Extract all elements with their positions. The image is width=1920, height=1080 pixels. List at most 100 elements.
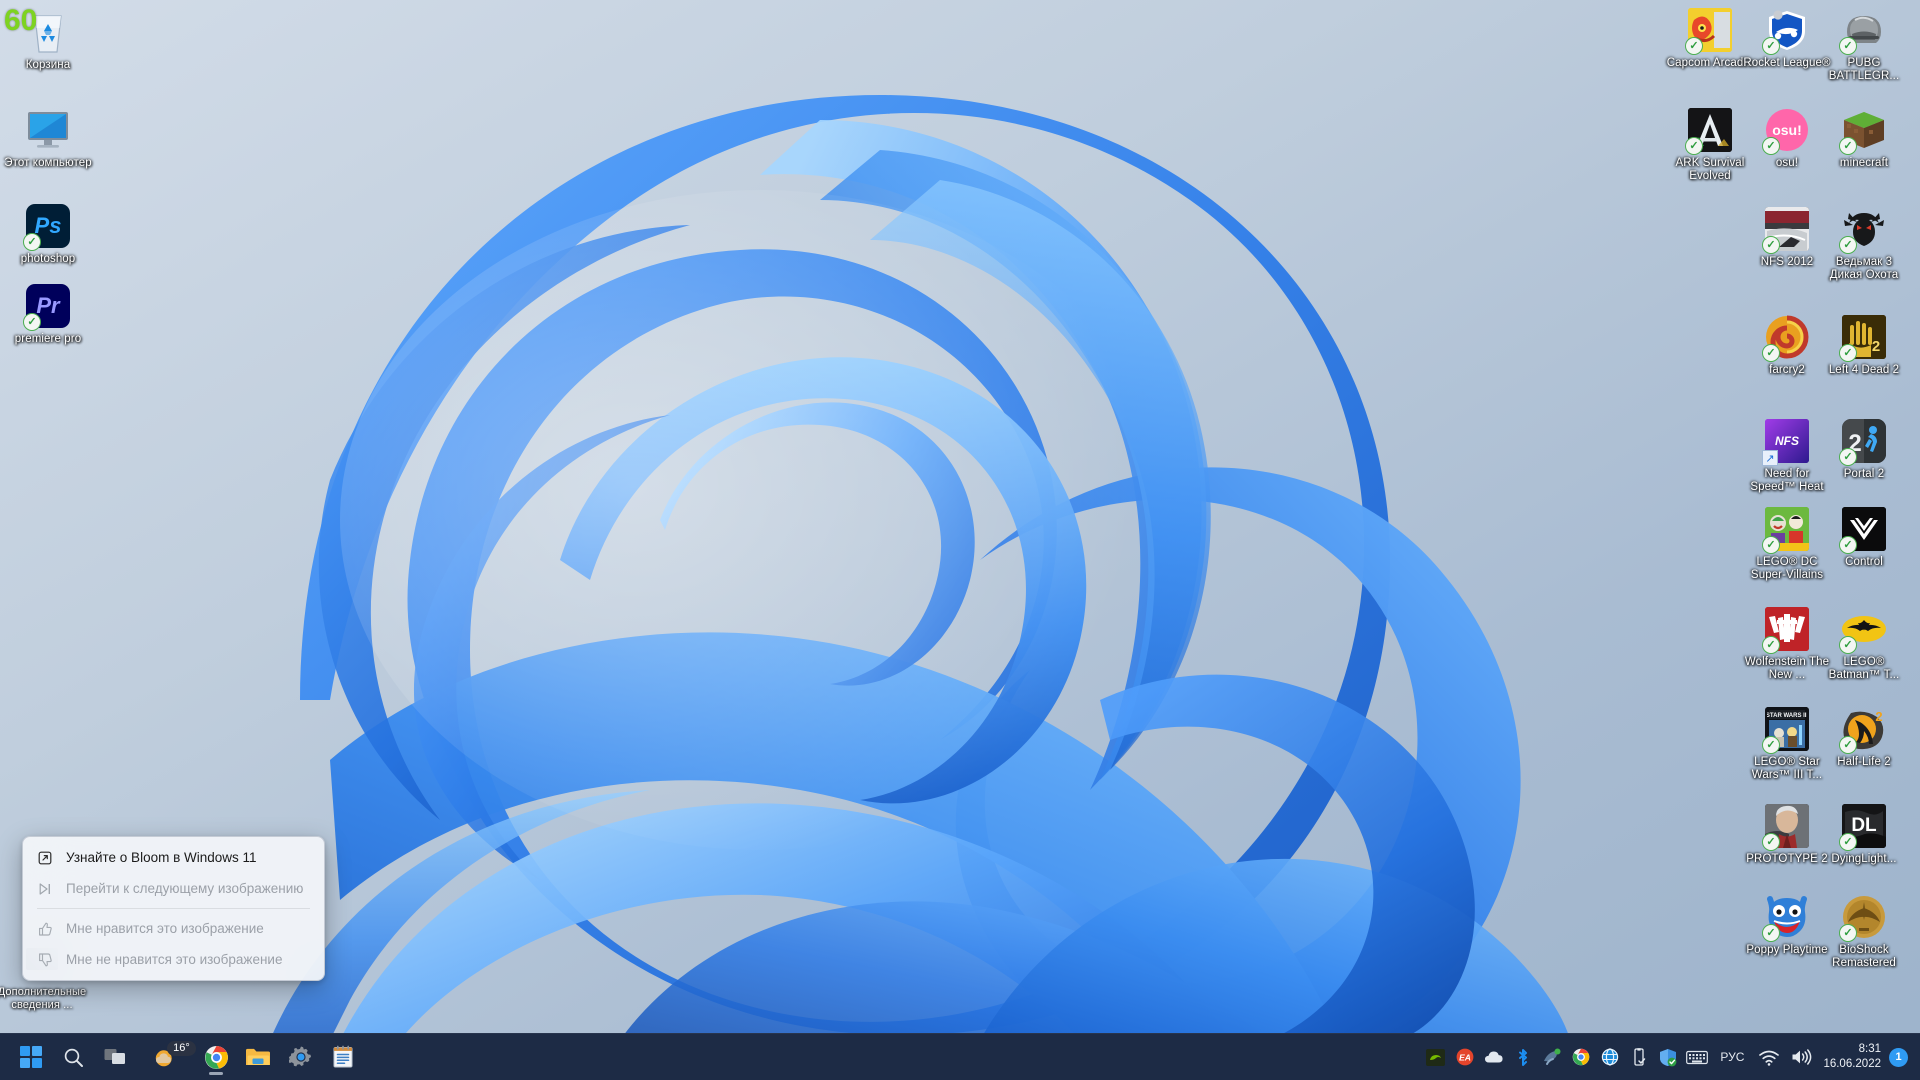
lego-dc-icon: ✓	[1762, 505, 1811, 554]
desktop-icon-label: Ведьмак 3 Дикая Охота	[1829, 256, 1899, 281]
context-menu-item-next-image[interactable]: Перейти к следующему изображению	[27, 873, 320, 904]
clock-date: 16.06.2022	[1823, 1058, 1881, 1070]
desktop-icon-premiere-pro[interactable]: Pr ✓ premiere pro	[2, 282, 94, 346]
shortcut-check-badge: ✓	[1762, 636, 1780, 654]
shortcut-check-badge: ✓	[1762, 236, 1780, 254]
desktop-icon-portal-2[interactable]: 2 ✓ Portal 2	[1818, 417, 1910, 481]
context-menu-item-label: Мне не нравится это изображение	[66, 952, 283, 967]
desktop-icon-lego-batman[interactable]: ✓ LEGO® Batman™ T...	[1818, 605, 1910, 682]
photoshop-icon: Ps ✓	[23, 202, 72, 251]
desktop-icon-bioshock[interactable]: ✓ BioShock Remastered	[1818, 893, 1910, 970]
ea-tray-icon[interactable]: EA	[1452, 1045, 1477, 1069]
touch-keyboard-tray-icon[interactable]	[1684, 1045, 1709, 1069]
half-life-2-icon: 2 ✓	[1839, 705, 1888, 754]
desktop-icon-dying-light[interactable]: DL ✓ DyingLight...	[1818, 802, 1910, 866]
desktop-icon-label: Left 4 Dead 2	[1828, 364, 1900, 376]
chrome-tray-icon[interactable]	[1568, 1045, 1593, 1069]
shortcut-check-badge: ✓	[1839, 636, 1857, 654]
capcom-arcade-icon: ✓	[1685, 6, 1734, 55]
chrome-taskbar-button[interactable]	[199, 1038, 232, 1076]
language-indicator[interactable]: РУС	[1711, 1050, 1753, 1064]
desktop-icon-label: osu!	[1775, 157, 1799, 169]
shortcut-check-badge: ✓	[1685, 137, 1703, 155]
shortcut-check-badge: ✓	[1839, 344, 1857, 362]
context-menu-item-like-image[interactable]: Мне нравится это изображение	[27, 913, 320, 944]
shortcut-check-badge: ✓	[1762, 924, 1780, 942]
bluetooth-tray-icon[interactable]	[1510, 1045, 1535, 1069]
search-icon	[64, 1048, 83, 1067]
osu-icon: osu! ✓	[1762, 106, 1811, 155]
notepad-button[interactable]	[327, 1038, 360, 1076]
farcry2-icon: ✓	[1762, 313, 1811, 362]
control-icon: ✓	[1839, 505, 1888, 554]
chrome-icon	[204, 1045, 228, 1069]
desktop-icon-label: photoshop	[20, 253, 76, 265]
context-menu-item-learn-about-bloom[interactable]: Узнайте о Bloom в Windows 11	[27, 842, 320, 873]
shortcut-check-badge: ✓	[1762, 344, 1780, 362]
desktop-icon-label: minecraft	[1839, 157, 1889, 169]
afterburner-tray-icon[interactable]	[1539, 1045, 1564, 1069]
witcher-3-icon: ✓	[1839, 205, 1888, 254]
usb-eject-tray-icon[interactable]	[1626, 1045, 1651, 1069]
taskbar: 16° EA РУС 8:31 16.06.2022 1	[0, 1033, 1920, 1080]
this-pc-icon	[24, 106, 72, 154]
desktop-icon-control[interactable]: ✓ Control	[1818, 505, 1910, 569]
desktop-icon-label: Portal 2	[1843, 468, 1885, 480]
desktop-icon-witcher-3[interactable]: ✓ Ведьмак 3 Дикая Охота	[1818, 205, 1910, 282]
windows-security-tray-icon[interactable]	[1655, 1045, 1680, 1069]
taskbar-clock[interactable]: 8:31 16.06.2022	[1817, 1042, 1889, 1072]
desktop-icon-half-life-2[interactable]: 2 ✓ Half-Life 2	[1818, 705, 1910, 769]
volume-tray-icon[interactable]	[1787, 1045, 1815, 1069]
gear-icon	[288, 1046, 311, 1067]
minecraft-icon: ✓	[1839, 106, 1888, 155]
dying-light-icon: DL ✓	[1839, 802, 1888, 851]
svg-text:2: 2	[1872, 338, 1880, 355]
weather-widget-button[interactable]: 16°	[141, 1038, 196, 1076]
svg-text:EA: EA	[1459, 1053, 1471, 1063]
task-view-button[interactable]	[99, 1038, 132, 1076]
onedrive-tray-icon[interactable]	[1481, 1045, 1506, 1069]
desktop-icon-label: farcry2	[1769, 364, 1805, 376]
shortcut-check-badge: ✓	[1762, 137, 1780, 155]
shortcut-check-badge: ✓	[1685, 37, 1703, 55]
start-button[interactable]	[14, 1038, 47, 1076]
shortcut-arrow-badge: ↗	[1762, 450, 1778, 466]
rocket-league-icon: ✓	[1762, 6, 1811, 55]
desktop-icon-label: Control	[1845, 556, 1883, 568]
shortcut-check-badge: ✓	[23, 233, 41, 251]
shortcut-check-badge: ✓	[1762, 736, 1780, 754]
shortcut-check-badge: ✓	[1762, 37, 1780, 55]
shortcut-check-badge: ✓	[1839, 736, 1857, 754]
shortcut-check-badge: ✓	[1839, 236, 1857, 254]
desktop-icon-pubg[interactable]: ✓ PUBG BATTLEGR...	[1818, 6, 1910, 83]
search-button[interactable]	[56, 1038, 89, 1076]
context-menu-item-dislike-image[interactable]: Мне не нравится это изображение	[27, 944, 320, 975]
prototype-2-icon: ✓	[1762, 802, 1811, 851]
wallpaper-context-menu[interactable]: Узнайте о Bloom в Windows 11 Перейти к с…	[22, 836, 325, 981]
settings-button[interactable]	[284, 1038, 317, 1076]
desktop-icon-minecraft[interactable]: ✓ minecraft	[1818, 106, 1910, 170]
task-view-icon	[104, 1049, 126, 1064]
ark-survival-icon: ✓	[1685, 106, 1734, 155]
nvidia-tray-icon[interactable]	[1423, 1045, 1448, 1069]
shortcut-check-badge: ✓	[1839, 137, 1857, 155]
file-explorer-button[interactable]	[242, 1038, 275, 1076]
internet-explorer-tray-icon[interactable]	[1597, 1045, 1622, 1069]
desktop-icon-label: premiere pro	[14, 333, 82, 345]
weather-temperature: 16°	[167, 1041, 196, 1056]
context-menu-item-label: Узнайте о Bloom в Windows 11	[66, 850, 257, 865]
desktop-icon-photoshop[interactable]: Ps ✓ photoshop	[2, 202, 94, 266]
fps-counter-overlay: 60	[4, 4, 38, 37]
desktop-icon-label: LEGO® Batman™ T...	[1828, 656, 1900, 681]
svg-text:STAR WARS III: STAR WARS III	[1767, 713, 1807, 719]
svg-text:DL: DL	[1851, 815, 1877, 836]
notification-badge[interactable]: 1	[1889, 1047, 1908, 1067]
poppy-playtime-icon: ✓	[1762, 893, 1811, 942]
desktop-icon-label: Дополнительные сведения ...	[0, 986, 87, 1011]
wifi-tray-icon[interactable]	[1755, 1045, 1783, 1069]
desktop-icon-this-pc[interactable]: Этот компьютер	[2, 106, 94, 170]
desktop-icon-left-4-dead-2[interactable]: 2 ✓ Left 4 Dead 2	[1818, 313, 1910, 377]
shortcut-check-badge: ✓	[1762, 536, 1780, 554]
pubg-icon: ✓	[1839, 6, 1888, 55]
bioshock-icon: ✓	[1839, 893, 1888, 942]
